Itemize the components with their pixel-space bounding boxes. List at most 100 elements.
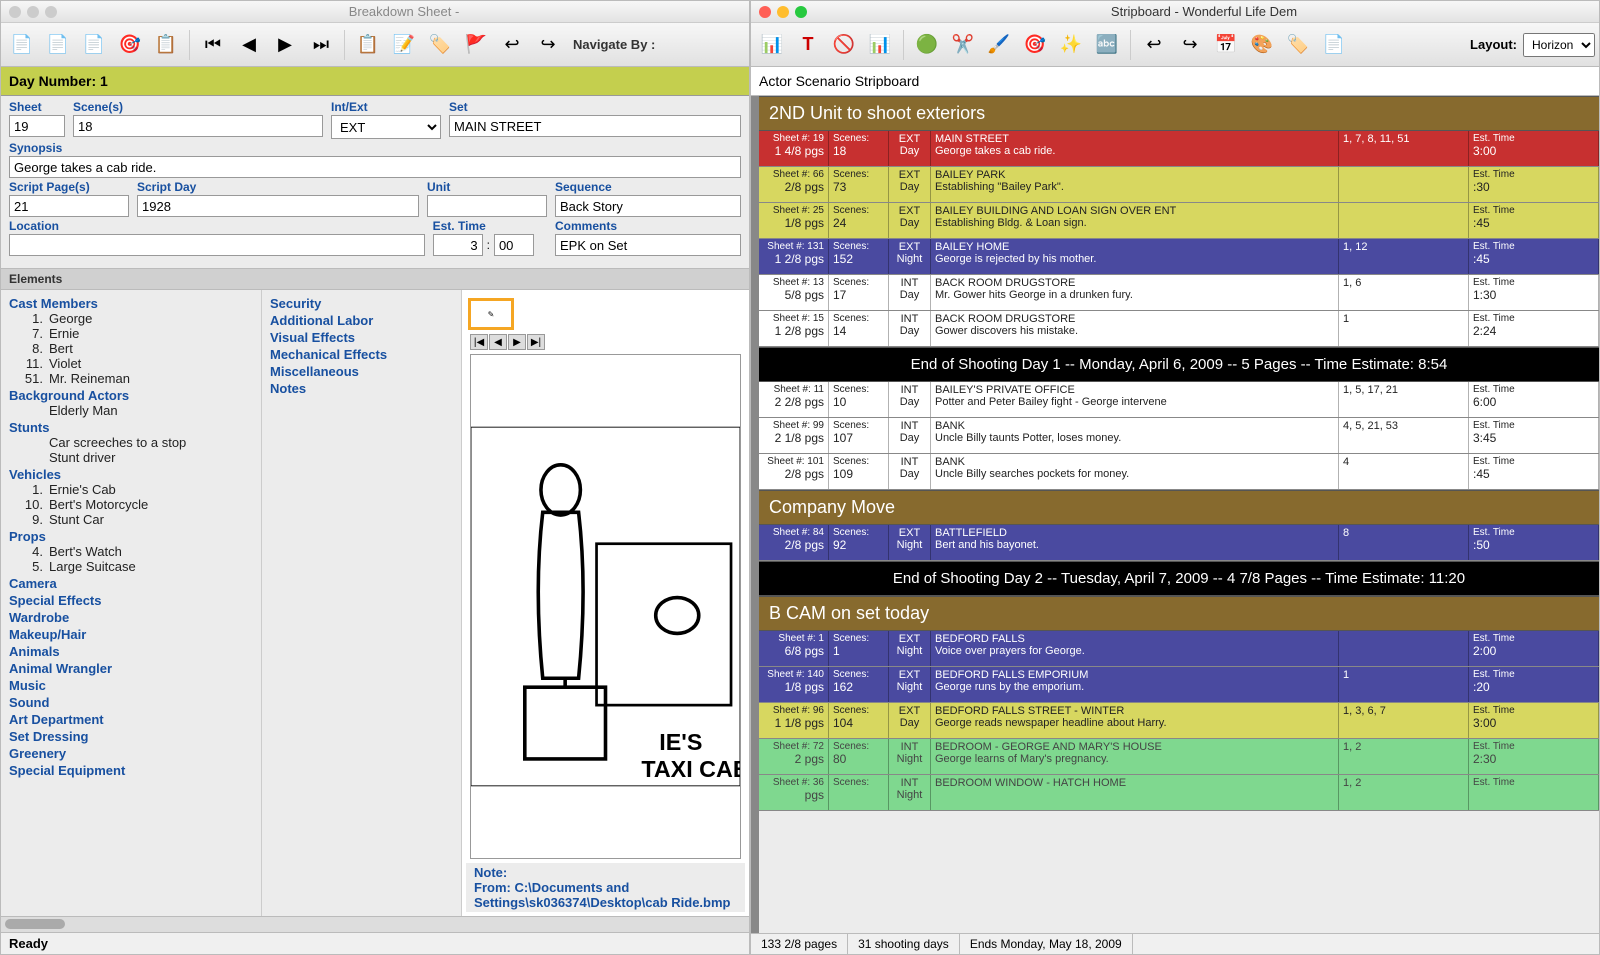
element-item[interactable]: 4.Bert's Watch	[9, 544, 253, 559]
noentry-icon[interactable]: 🚫	[827, 28, 861, 62]
element-item[interactable]: 9.Stunt Car	[9, 512, 253, 527]
sb-last-icon[interactable]: ▶|	[527, 334, 545, 350]
list-icon[interactable]: 📋	[351, 28, 385, 62]
element-item[interactable]: 51.Mr. Reineman	[9, 371, 253, 386]
undo-icon[interactable]: ↩	[495, 28, 529, 62]
page3-icon[interactable]: 📄	[77, 28, 111, 62]
green-icon[interactable]: 🟢	[910, 28, 944, 62]
storyboard-thumb[interactable]: ✎	[468, 298, 514, 330]
element-category[interactable]: Greenery	[9, 746, 253, 761]
intext-select[interactable]: EXT	[331, 115, 441, 139]
element-category[interactable]: Visual Effects	[270, 330, 453, 345]
zoom-icon[interactable]	[45, 6, 57, 18]
next-icon[interactable]: ▶	[268, 28, 302, 62]
sb-first-icon[interactable]: |◀	[470, 334, 488, 350]
page-icon[interactable]: 📄	[5, 28, 39, 62]
scriptday-input[interactable]	[137, 195, 419, 217]
stripboard-banner[interactable]: B CAM on set today	[759, 596, 1599, 631]
element-category[interactable]: Vehicles	[9, 467, 253, 482]
element-category[interactable]: Miscellaneous	[270, 364, 453, 379]
stripboard-banner[interactable]: End of Shooting Day 1 -- Monday, April 6…	[759, 347, 1599, 382]
sort-icon[interactable]: 🔤	[1090, 28, 1124, 62]
tag-icon[interactable]: 🏷️	[1281, 28, 1315, 62]
element-item[interactable]: Elderly Man	[9, 403, 253, 418]
element-category[interactable]: Special Equipment	[9, 763, 253, 778]
element-item[interactable]: 7.Ernie	[9, 326, 253, 341]
est-m-input[interactable]	[494, 234, 534, 256]
strip-row[interactable]: Sheet #: 992 1/8 pgsScenes:107INTDayBANK…	[759, 418, 1599, 454]
strip-row[interactable]: Sheet #: 191 4/8 pgsScenes:18EXTDayMAIN …	[759, 131, 1599, 167]
text-icon[interactable]: T	[791, 28, 825, 62]
calendar-icon[interactable]: 📅	[1209, 28, 1243, 62]
element-category[interactable]: Camera	[9, 576, 253, 591]
redo-icon[interactable]: ↪	[1173, 28, 1207, 62]
strip2-icon[interactable]: 📊	[863, 28, 897, 62]
element-category[interactable]: Animals	[9, 644, 253, 659]
element-category[interactable]: Mechanical Effects	[270, 347, 453, 362]
brush-icon[interactable]: 🖌️	[982, 28, 1016, 62]
sheet-input[interactable]	[9, 115, 65, 137]
first-icon[interactable]: ⏮	[196, 28, 230, 62]
element-item[interactable]: Car screeches to a stop	[9, 435, 253, 450]
element-category[interactable]: Security	[270, 296, 453, 311]
element-item[interactable]: 11.Violet	[9, 356, 253, 371]
pages-input[interactable]	[9, 195, 129, 217]
wizard-icon[interactable]: ✨	[1054, 28, 1088, 62]
element-category[interactable]: Props	[9, 529, 253, 544]
page-icon[interactable]: 📄	[1317, 28, 1351, 62]
strip-row[interactable]: Sheet #: 722 pgsScenes:80INTNightBEDROOM…	[759, 739, 1599, 775]
element-item[interactable]: Stunt driver	[9, 450, 253, 465]
element-category[interactable]: Makeup/Hair	[9, 627, 253, 642]
element-category[interactable]: Animal Wrangler	[9, 661, 253, 676]
scenes-input[interactable]	[73, 115, 323, 137]
unit-input[interactable]	[427, 195, 547, 217]
strip-row[interactable]: Sheet #: 112 2/8 pgsScenes:10INTDayBAILE…	[759, 382, 1599, 418]
strip-row[interactable]: Sheet #: 1311 2/8 pgsScenes:152EXTNightB…	[759, 239, 1599, 275]
element-category[interactable]: Sound	[9, 695, 253, 710]
comments-input[interactable]	[555, 234, 741, 256]
strip-row[interactable]: Sheet #: 1012/8 pgsScenes:109INTDayBANKU…	[759, 454, 1599, 490]
element-category[interactable]: Music	[9, 678, 253, 693]
minimize-icon[interactable]	[27, 6, 39, 18]
element-item[interactable]: 10.Bert's Motorcycle	[9, 497, 253, 512]
strip-row[interactable]: Sheet #: 36 pgsScenes:INTNightBEDROOM WI…	[759, 775, 1599, 811]
color-icon[interactable]: 🎨	[1245, 28, 1279, 62]
est-h-input[interactable]	[433, 234, 483, 256]
synopsis-input[interactable]	[9, 156, 741, 178]
last-icon[interactable]: ⏭	[304, 28, 338, 62]
element-category[interactable]: Wardrobe	[9, 610, 253, 625]
flag-icon[interactable]: 🚩	[459, 28, 493, 62]
close-icon[interactable]	[9, 6, 21, 18]
prev-icon[interactable]: ◀	[232, 28, 266, 62]
stripboard-banner[interactable]: Company Move	[759, 490, 1599, 525]
layout-select[interactable]: Horizon	[1523, 33, 1595, 57]
horizontal-scrollbar[interactable]	[1, 916, 749, 932]
strip-row[interactable]: Sheet #: 1401/8 pgsScenes:162EXTNightBED…	[759, 667, 1599, 703]
element-category[interactable]: Background Actors	[9, 388, 253, 403]
target-icon[interactable]: 🎯	[1018, 28, 1052, 62]
stripboard-banner[interactable]: 2ND Unit to shoot exteriors	[759, 96, 1599, 131]
tag-icon[interactable]: 🏷️	[423, 28, 457, 62]
minimize-icon[interactable]	[777, 6, 789, 18]
strip-row[interactable]: Sheet #: 961 1/8 pgsScenes:104EXTDayBEDF…	[759, 703, 1599, 739]
element-category[interactable]: Stunts	[9, 420, 253, 435]
sb-next-icon[interactable]: ▶	[508, 334, 526, 350]
strip-row[interactable]: Sheet #: 842/8 pgsScenes:92EXTNightBATTL…	[759, 525, 1599, 561]
element-category[interactable]: Additional Labor	[270, 313, 453, 328]
cut-icon[interactable]: ✂️	[946, 28, 980, 62]
strip-row[interactable]: Sheet #: 135/8 pgsScenes:17INTDayBACK RO…	[759, 275, 1599, 311]
close-icon[interactable]	[759, 6, 771, 18]
redo-icon[interactable]: ↪	[531, 28, 565, 62]
stripboard-banner[interactable]: End of Shooting Day 2 -- Tuesday, April …	[759, 561, 1599, 596]
element-category[interactable]: Set Dressing	[9, 729, 253, 744]
element-item[interactable]: 5.Large Suitcase	[9, 559, 253, 574]
zoom-icon[interactable]	[795, 6, 807, 18]
element-item[interactable]: 8.Bert	[9, 341, 253, 356]
sheets-icon[interactable]: 📋	[149, 28, 183, 62]
page2-icon[interactable]: 📄	[41, 28, 75, 62]
element-category[interactable]: Notes	[270, 381, 453, 396]
strip-row[interactable]: Sheet #: 16/8 pgsScenes:1EXTNightBEDFORD…	[759, 631, 1599, 667]
sequence-input[interactable]	[555, 195, 741, 217]
location-input[interactable]	[9, 234, 425, 256]
set-input[interactable]	[449, 115, 741, 137]
